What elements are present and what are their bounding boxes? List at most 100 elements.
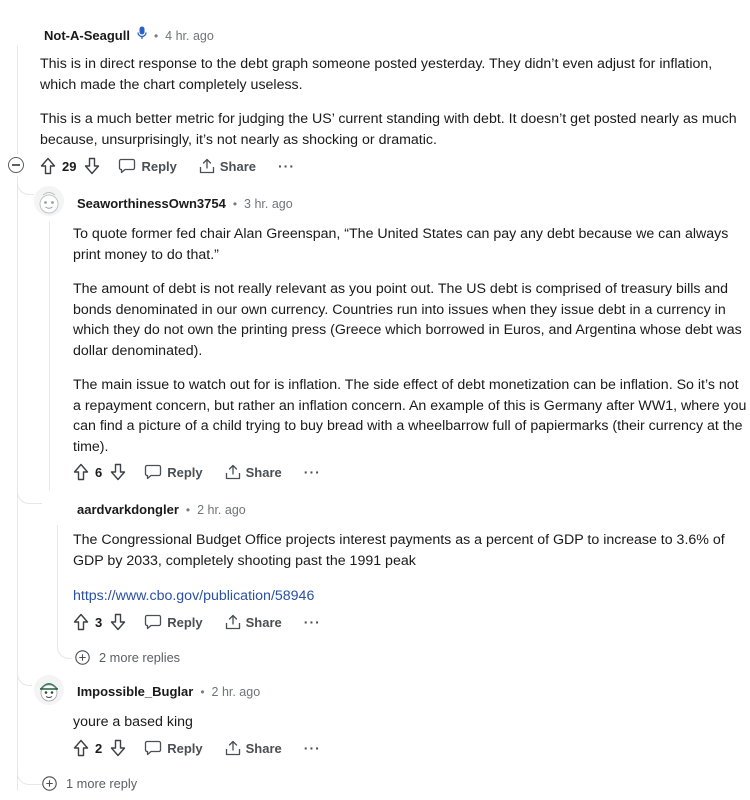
comment-paragraph: The main issue to watch out for is infla… <box>73 377 747 455</box>
comment-actions: 3 Reply Share ··· <box>73 610 321 634</box>
reply-button[interactable]: Reply <box>118 158 177 174</box>
upvote-button[interactable] <box>73 463 89 481</box>
comment-icon <box>145 464 162 480</box>
comment-body: This is in direct response to the debt g… <box>40 54 740 150</box>
more-icon: ··· <box>303 464 321 480</box>
minus-icon <box>12 164 20 166</box>
more-options-button[interactable]: ··· <box>304 740 321 756</box>
downvote-button[interactable] <box>110 463 126 481</box>
more-replies-label: 1 more reply <box>66 776 138 791</box>
comment-time[interactable]: 4 hr. ago <box>165 29 214 43</box>
comment-paragraph: youre a based king <box>73 714 193 730</box>
comment-actions: 2 Reply Share ··· <box>73 736 321 760</box>
more-replies-label: 2 more replies <box>99 650 181 665</box>
share-button[interactable]: Share <box>225 614 282 630</box>
share-icon <box>225 740 240 756</box>
comment-header: Not-A-Seagull • 4 hr. ago <box>44 26 214 45</box>
vote-score: 3 <box>95 614 103 630</box>
snoo-avatar-icon <box>39 192 59 214</box>
downvote-icon <box>85 157 100 175</box>
more-icon: ··· <box>303 614 321 630</box>
more-options-button[interactable]: ··· <box>278 158 295 174</box>
thread-line-root <box>17 178 18 790</box>
vote-score: 29 <box>62 158 77 174</box>
upvote-button[interactable] <box>73 739 89 757</box>
more-replies-button[interactable]: 1 more reply <box>42 776 137 791</box>
downvote-icon <box>111 613 126 631</box>
thread-curve-4 <box>17 667 32 686</box>
upvote-button[interactable] <box>40 157 56 175</box>
separator-dot: • <box>153 28 159 43</box>
reply-button[interactable]: Reply <box>144 740 203 756</box>
reply-label: Reply <box>141 158 177 174</box>
comment-header: aardvarkdongler • 2 hr. ago <box>77 502 246 517</box>
comment-author[interactable]: Impossible_Buglar <box>77 684 193 699</box>
reply-label: Reply <box>167 464 203 480</box>
more-options-button[interactable]: ··· <box>304 614 321 630</box>
comment-paragraph: This is a much better metric for judging… <box>40 111 737 148</box>
vote-score: 6 <box>95 464 103 480</box>
comment-header: Impossible_Buglar • 2 hr. ago <box>77 684 260 699</box>
downvote-button[interactable] <box>110 613 126 631</box>
plus-circle-icon <box>42 776 57 791</box>
reply-button[interactable]: Reply <box>144 464 203 480</box>
comment-paragraph: This is in direct response to the debt g… <box>40 56 713 93</box>
share-button[interactable]: Share <box>199 158 256 174</box>
thread-curve-3 <box>57 640 72 659</box>
separator-dot: • <box>185 502 191 517</box>
vote-score: 2 <box>95 740 103 756</box>
upvote-button[interactable] <box>73 613 89 631</box>
comment-icon <box>145 740 162 756</box>
comment-author[interactable]: Not-A-Seagull <box>44 28 130 43</box>
comment-author[interactable]: aardvarkdongler <box>77 502 179 517</box>
comment-time[interactable]: 2 hr. ago <box>197 503 246 517</box>
share-icon <box>225 614 240 630</box>
comment-actions: 29 Reply Share ··· <box>40 154 295 178</box>
separator-dot: • <box>200 684 205 699</box>
downvote-button[interactable] <box>84 157 100 175</box>
comment-author[interactable]: SeaworthinessOwn3754 <box>77 196 226 211</box>
share-button[interactable]: Share <box>225 464 282 480</box>
collapse-button[interactable] <box>8 157 24 173</box>
thread-curve-2 <box>17 487 42 504</box>
reply-button[interactable]: Reply <box>144 614 203 630</box>
plus-circle-icon <box>75 650 90 665</box>
comment-paragraph: The amount of debt is not really relevan… <box>73 281 742 359</box>
share-icon <box>199 158 215 174</box>
comment-icon <box>145 614 162 630</box>
thread-line-nested <box>57 525 58 643</box>
separator-dot: • <box>232 196 238 211</box>
comment-time[interactable]: 3 hr. ago <box>244 197 293 211</box>
thread-line-reply <box>49 222 50 490</box>
more-icon: ··· <box>303 740 321 756</box>
microphone-icon <box>137 26 147 45</box>
cbo-link[interactable]: https://www.cbo.gov/publication/58946 <box>73 588 314 604</box>
avatar[interactable] <box>34 675 64 705</box>
share-label: Share <box>245 614 282 630</box>
thread-curve-5 <box>17 768 42 785</box>
comment-time[interactable]: 2 hr. ago <box>212 685 261 699</box>
more-options-button[interactable]: ··· <box>304 464 321 480</box>
upvote-icon <box>73 613 89 631</box>
downvote-button[interactable] <box>110 739 126 757</box>
upvote-icon <box>73 463 89 481</box>
share-button[interactable]: Share <box>225 740 282 756</box>
comment-header: SeaworthinessOwn3754 • 3 hr. ago <box>77 196 293 211</box>
upvote-icon <box>40 157 56 175</box>
more-icon: ··· <box>278 158 296 174</box>
more-replies-button[interactable]: 2 more replies <box>75 650 180 665</box>
reply-label: Reply <box>167 740 203 756</box>
comment-paragraph: The Congressional Budget Office projects… <box>73 532 725 569</box>
comment-paragraph: To quote former fed chair Alan Greenspan… <box>73 226 729 263</box>
share-label: Share <box>245 464 282 480</box>
comment-body: To quote former fed chair Alan Greenspan… <box>73 224 748 457</box>
avatar[interactable] <box>34 186 64 216</box>
share-label: Share <box>245 740 282 756</box>
upvote-icon <box>73 739 89 757</box>
share-label: Share <box>219 158 257 174</box>
comment-link-paragraph: https://www.cbo.gov/publication/58946 <box>73 586 748 607</box>
comment-actions: 6 Reply Share ··· <box>73 460 321 484</box>
reply-label: Reply <box>167 614 203 630</box>
comment-body: youre a based king <box>73 712 748 733</box>
share-icon <box>225 464 240 480</box>
